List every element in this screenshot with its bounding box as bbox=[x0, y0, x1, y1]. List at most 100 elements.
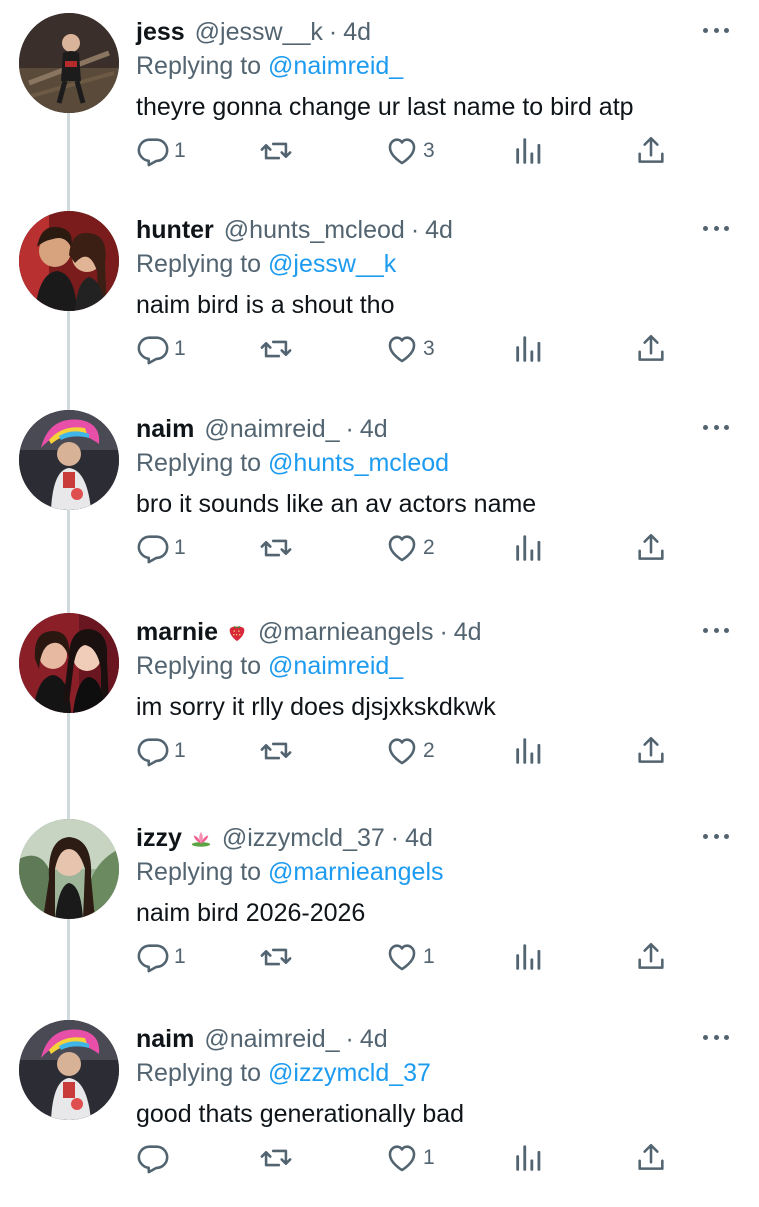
retweet-button[interactable] bbox=[259, 939, 297, 975]
share-button[interactable] bbox=[634, 331, 668, 367]
share-button[interactable] bbox=[634, 530, 668, 566]
share-button[interactable] bbox=[634, 939, 668, 975]
views-button[interactable] bbox=[512, 133, 546, 169]
share-button[interactable] bbox=[634, 133, 668, 169]
like-button[interactable]: 3 bbox=[385, 331, 435, 367]
more-options-icon[interactable] bbox=[703, 224, 729, 232]
display-name[interactable]: izzy bbox=[136, 822, 182, 854]
reply-icon bbox=[137, 1145, 169, 1174]
timestamp[interactable]: 4d bbox=[360, 413, 388, 445]
tweet-1[interactable]: hunter @hunts_mcleod · 4d Replying to @j… bbox=[0, 198, 759, 398]
reply-button[interactable]: 1 bbox=[136, 939, 186, 975]
action-bar: 1 2 bbox=[0, 530, 759, 566]
more-options-icon[interactable] bbox=[703, 26, 729, 34]
reply-icon bbox=[137, 336, 169, 365]
user-handle[interactable]: @naimreid_ bbox=[204, 413, 339, 445]
retweet-button[interactable] bbox=[259, 733, 297, 769]
timestamp[interactable]: 4d bbox=[454, 616, 482, 648]
views-button[interactable] bbox=[512, 939, 546, 975]
views-button[interactable] bbox=[512, 331, 546, 367]
replying-to-line: Replying to @naimreid_ bbox=[136, 50, 403, 82]
retweet-button[interactable] bbox=[259, 133, 297, 169]
tweet-4[interactable]: izzy @izzymcld_37 · 4d Replying to @marn… bbox=[0, 806, 759, 1006]
avatar[interactable] bbox=[19, 613, 119, 713]
more-options-icon[interactable] bbox=[703, 832, 729, 840]
timestamp[interactable]: 4d bbox=[360, 1023, 388, 1055]
action-bar: 1 2 bbox=[0, 733, 759, 769]
tweet-text: good thats generationally bad bbox=[136, 1100, 465, 1128]
tweet-text: naim bird is a shout tho bbox=[136, 291, 395, 319]
replying-to-mention[interactable]: @naimreid_ bbox=[268, 652, 403, 680]
replying-to-line: Replying to @naimreid_ bbox=[136, 650, 403, 682]
action-bar: 1 bbox=[0, 1140, 759, 1176]
reply-icon bbox=[137, 944, 169, 973]
display-name[interactable]: hunter bbox=[136, 214, 214, 246]
avatar[interactable] bbox=[19, 211, 119, 311]
avatar[interactable] bbox=[19, 13, 119, 113]
views-button[interactable] bbox=[512, 733, 546, 769]
more-options-icon[interactable] bbox=[703, 626, 729, 634]
avatar[interactable] bbox=[19, 410, 119, 510]
retweet-button[interactable] bbox=[259, 530, 297, 566]
separator-dot: · bbox=[390, 824, 400, 852]
tweet-3[interactable]: marnie @marnieangels · 4d Replying to @n… bbox=[0, 600, 759, 800]
reply-icon bbox=[137, 138, 169, 167]
reply-icon bbox=[137, 738, 169, 767]
replying-to-mention[interactable]: @jessw__k bbox=[268, 250, 396, 278]
more-options-icon[interactable] bbox=[703, 423, 729, 431]
replying-to-mention[interactable]: @izzymcld_37 bbox=[268, 1059, 431, 1087]
retweet-button[interactable] bbox=[259, 331, 297, 367]
share-button[interactable] bbox=[634, 1140, 668, 1176]
replying-to-line: Replying to @hunts_mcleod bbox=[136, 447, 449, 479]
share-icon bbox=[638, 1143, 664, 1170]
user-handle[interactable]: @marnieangels bbox=[258, 616, 433, 648]
retweet-button[interactable] bbox=[259, 1140, 297, 1176]
replying-to-mention[interactable]: @naimreid_ bbox=[268, 52, 403, 80]
views-icon bbox=[516, 336, 541, 362]
display-name[interactable]: marnie bbox=[136, 616, 218, 648]
user-handle[interactable]: @izzymcld_37 bbox=[222, 822, 385, 854]
user-handle[interactable]: @jessw__k bbox=[195, 16, 323, 48]
tweet-0[interactable]: jess @jessw__k · 4d Replying to @naimrei… bbox=[0, 0, 759, 200]
separator-dot: · bbox=[328, 18, 338, 46]
reply-button[interactable]: 1 bbox=[136, 331, 186, 367]
reply-button[interactable]: 1 bbox=[136, 133, 186, 169]
user-handle[interactable]: @naimreid_ bbox=[204, 1023, 339, 1055]
replying-to-line: Replying to @marnieangels bbox=[136, 856, 444, 888]
timestamp[interactable]: 4d bbox=[343, 16, 371, 48]
share-icon bbox=[638, 736, 664, 763]
reply-button[interactable]: 1 bbox=[136, 530, 186, 566]
share-button[interactable] bbox=[634, 733, 668, 769]
like-button[interactable]: 3 bbox=[385, 133, 435, 169]
replying-to-mention[interactable]: @marnieangels bbox=[268, 858, 443, 886]
views-button[interactable] bbox=[512, 530, 546, 566]
lotus-icon bbox=[191, 831, 211, 847]
like-button[interactable]: 2 bbox=[385, 733, 435, 769]
replying-to-mention[interactable]: @hunts_mcleod bbox=[268, 449, 449, 477]
tweet-text: bro it sounds like an av actors name bbox=[136, 490, 537, 518]
like-count: 2 bbox=[423, 536, 435, 559]
action-bar: 1 3 bbox=[0, 133, 759, 169]
tweet-5[interactable]: naim @naimreid_ · 4d Replying to @izzymc… bbox=[0, 1007, 759, 1207]
display-name[interactable]: jess bbox=[136, 16, 185, 48]
views-icon bbox=[516, 944, 541, 970]
tweet-2[interactable]: naim @naimreid_ · 4d Replying to @hunts_… bbox=[0, 397, 759, 597]
separator-dot: · bbox=[345, 415, 354, 443]
user-handle[interactable]: @hunts_mcleod bbox=[224, 214, 405, 246]
display-name[interactable]: naim bbox=[136, 413, 194, 445]
more-options-icon[interactable] bbox=[703, 1033, 729, 1041]
timestamp[interactable]: 4d bbox=[405, 822, 433, 854]
timestamp[interactable]: 4d bbox=[425, 214, 453, 246]
like-button[interactable]: 1 bbox=[385, 939, 435, 975]
views-button[interactable] bbox=[512, 1140, 546, 1176]
tweet-text: naim bird 2026-2026 bbox=[136, 899, 366, 927]
reply-button[interactable]: 1 bbox=[136, 733, 186, 769]
display-name[interactable]: naim bbox=[136, 1023, 194, 1055]
like-button[interactable]: 2 bbox=[385, 530, 435, 566]
reply-button[interactable] bbox=[136, 1140, 174, 1176]
avatar[interactable] bbox=[19, 1020, 119, 1120]
separator-dot: · bbox=[410, 216, 420, 244]
avatar[interactable] bbox=[19, 819, 119, 919]
replying-to-label: Replying to bbox=[136, 652, 262, 680]
like-button[interactable]: 1 bbox=[385, 1140, 435, 1176]
